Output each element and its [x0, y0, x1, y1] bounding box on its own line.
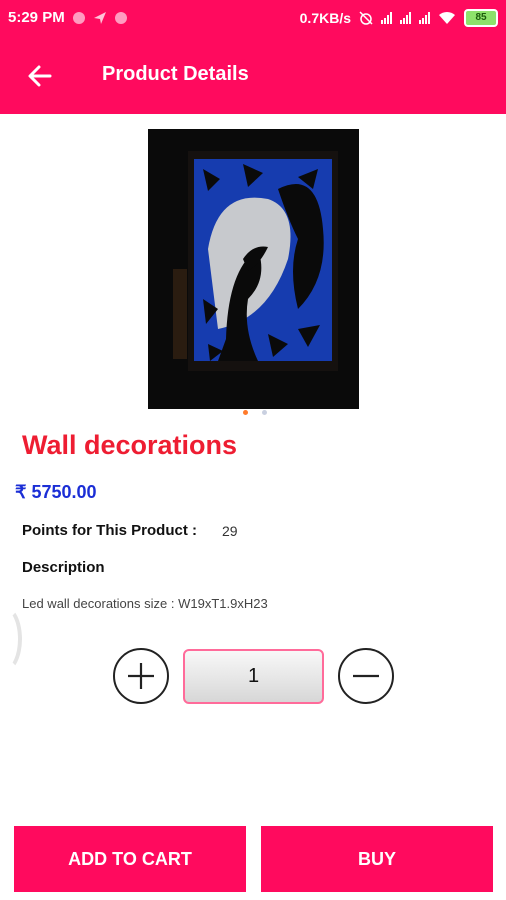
points-label: Points for This Product : — [22, 522, 197, 539]
quantity-field[interactable]: 1 — [183, 649, 324, 704]
signal-icon — [419, 12, 430, 24]
plus-icon — [128, 663, 154, 689]
buy-button[interactable]: BUY — [261, 826, 493, 892]
edge-swipe-indicator — [0, 606, 22, 672]
network-speed: 0.7KB/s — [299, 10, 351, 26]
product-price: ₹ 5750.00 — [15, 482, 97, 502]
product-name: Wall decorations — [22, 430, 238, 460]
product-description: Led wall decorations size : W19xT1.9xH23 — [22, 596, 268, 611]
decrease-quantity-button[interactable] — [338, 648, 394, 704]
signal-icon — [381, 12, 392, 24]
pager-dot — [262, 410, 267, 415]
wifi-icon — [439, 11, 455, 24]
image-pager-indicator — [243, 410, 267, 415]
product-image[interactable] — [148, 129, 359, 409]
battery-icon: 85 — [464, 9, 498, 27]
add-to-cart-button[interactable]: ADD TO CART — [14, 826, 246, 892]
points-value: 29 — [222, 523, 238, 539]
increase-quantity-button[interactable] — [113, 648, 169, 704]
send-icon — [93, 11, 106, 24]
page-title: Product Details — [102, 63, 249, 85]
lte-signal-icon — [400, 12, 411, 24]
alarm-off-icon — [359, 11, 373, 25]
notification-dot-icon — [72, 11, 85, 24]
back-arrow-icon[interactable] — [22, 58, 58, 94]
status-bar: 5:29 PM 0.7KB/s 85 — [0, 0, 506, 36]
description-heading: Description — [22, 559, 105, 576]
clock: 5:29 PM — [8, 9, 65, 26]
minus-icon — [353, 674, 379, 678]
notification-dot-icon — [114, 11, 127, 24]
app-bar: Product Details — [0, 36, 506, 114]
pager-dot-active — [243, 410, 248, 415]
